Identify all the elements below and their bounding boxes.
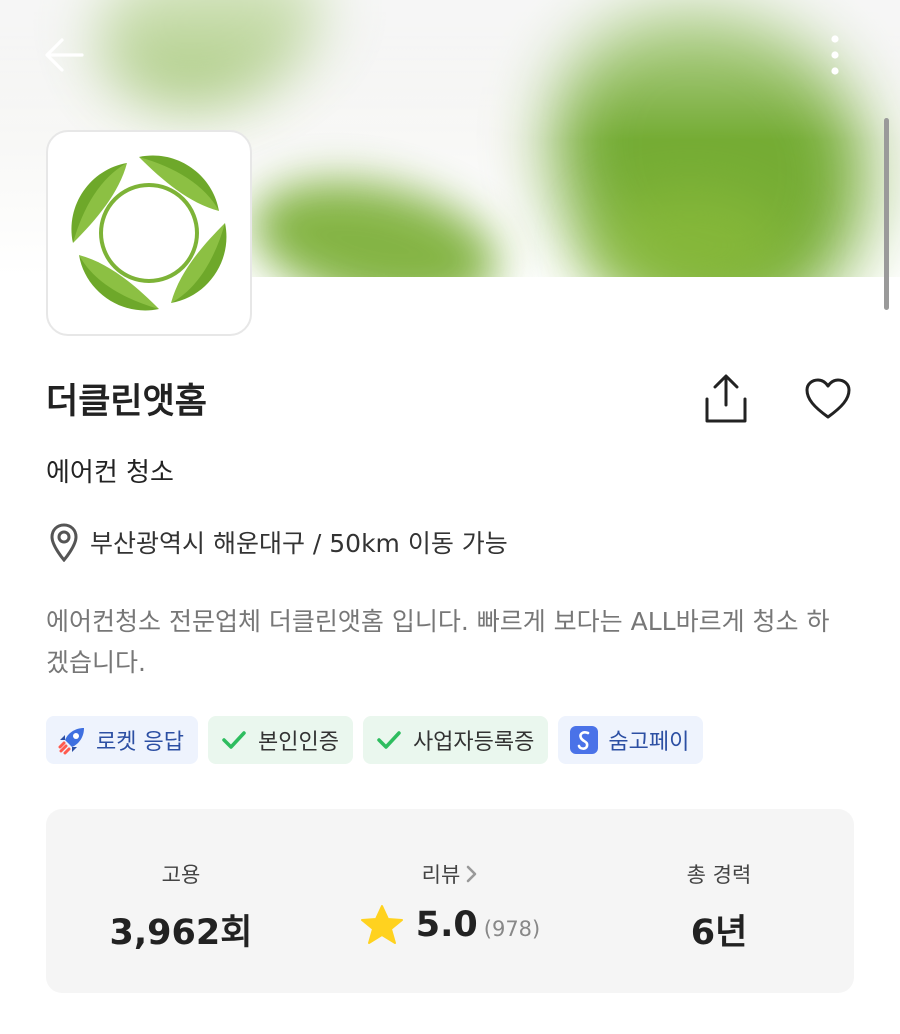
stat-label: 리뷰 [421,863,461,887]
reviews-link[interactable]: 리뷰 [315,859,585,889]
badge-rocket-response: 로켓 응답 [46,716,198,764]
leaf-logo-icon [71,155,227,311]
provider-name: 더클린앳홈 [46,382,208,422]
badge-label: 사업자등록증 [412,730,535,755]
rocket-icon [56,724,88,756]
share-button[interactable] [696,370,756,428]
location-text: 부산광역시 해운대구 / 50km 이동 가능 [90,529,508,558]
share-icon [705,374,747,423]
badge-label: 숨고페이 [608,730,690,755]
location-row: 부산광역시 해운대구 / 50km 이동 가능 [48,520,508,564]
badge-business-registration: 사업자등록증 [362,716,549,764]
stat-value: 6년 [690,913,748,953]
stats-panel: 고용 3,962회 리뷰 5.0 (978) 총 경력 6년 [46,809,854,993]
badge-soomgo-pay: 숨고페이 [558,716,704,764]
rating-row: 5.0 (978) [315,904,585,946]
stat-reviews[interactable]: 리뷰 5.0 (978) [315,809,585,993]
soomgo-pay-icon [568,724,600,756]
provider-description: 에어컨청소 전문업체 더클린앳홈 입니다. 빠르게 보다는 ALL바르게 청소 … [46,607,830,677]
stat-hires: 고용 3,962회 [46,809,316,993]
service-category: 에어컨 청소 [46,458,174,488]
star-icon [360,904,404,946]
profile-logo [46,130,252,336]
heart-icon [805,378,851,419]
location-pin-icon [48,520,86,564]
favorite-button[interactable] [798,370,858,428]
scrollbar[interactable] [884,118,889,310]
badge-list: 로켓 응답 본인인증 사업자등록증 숨고페이 [46,716,704,764]
arrow-left-icon [45,38,84,72]
rating-value: 5.0 [415,905,478,945]
badge-label: 본인인증 [257,730,339,755]
check-icon [373,724,405,756]
stat-career: 총 경력 6년 [584,809,854,993]
back-button[interactable] [34,30,94,80]
review-count: (978) [483,917,541,941]
badge-label: 로켓 응답 [96,730,184,755]
stat-label: 총 경력 [686,863,752,887]
more-vertical-icon [831,35,839,75]
chevron-right-icon [464,864,478,884]
badge-identity-verified: 본인인증 [207,716,353,764]
more-button[interactable] [812,30,858,80]
stat-label: 고용 [161,863,201,887]
stat-value: 3,962회 [109,913,253,953]
check-icon [218,724,250,756]
